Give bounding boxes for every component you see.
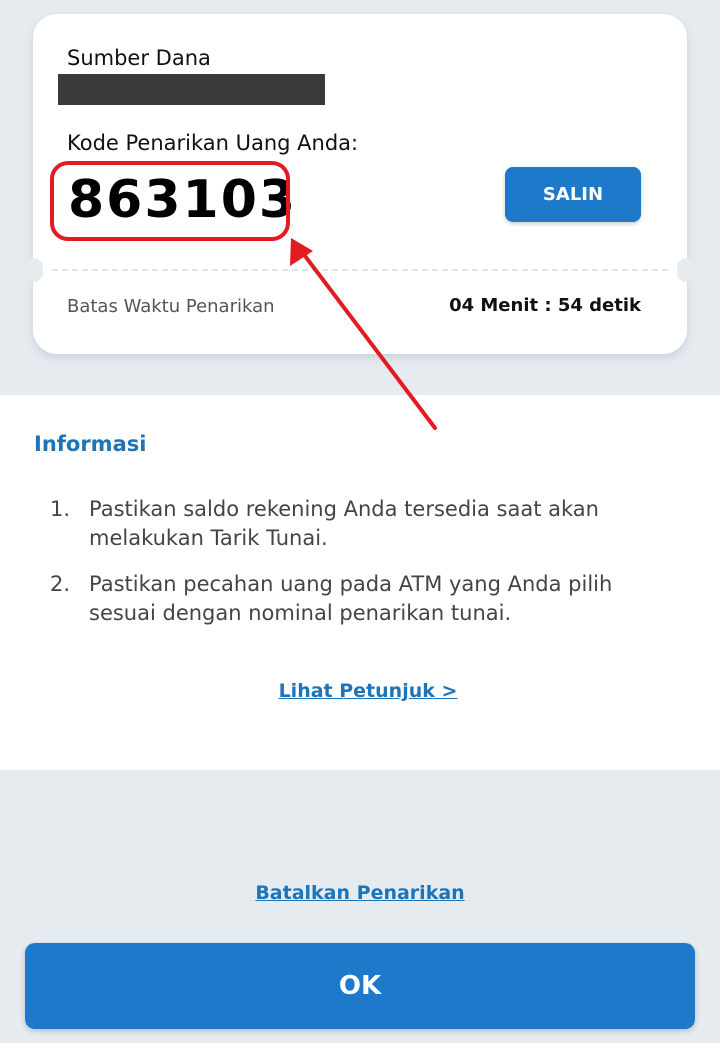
source-of-funds-label: Sumber Dana [67, 46, 211, 70]
copy-button[interactable]: SALIN [505, 167, 641, 222]
ok-button[interactable]: OK [25, 943, 695, 1029]
information-section: Informasi 1. Pastikan saldo rekening And… [0, 395, 720, 770]
code-highlight-box [50, 161, 290, 241]
info-list-item: 1. Pastikan saldo rekening Anda tersedia… [50, 495, 670, 553]
info-item-number: 1. [50, 497, 71, 521]
deadline-label: Batas Waktu Penarikan [67, 296, 275, 317]
info-item-text: Pastikan pecahan uang pada ATM yang Anda… [89, 572, 613, 625]
view-guide-link[interactable]: Lihat Petunjuk > [0, 680, 720, 702]
withdrawal-code-label: Kode Penarikan Uang Anda: [67, 131, 359, 155]
information-title: Informasi [34, 432, 147, 456]
info-item-number: 2. [50, 572, 71, 596]
redacted-account-info [58, 74, 325, 105]
card-notch-right [677, 258, 695, 282]
card-divider [52, 269, 668, 271]
info-item-text: Pastikan saldo rekening Anda tersedia sa… [89, 497, 599, 550]
cancel-withdrawal-link[interactable]: Batalkan Penarikan [0, 882, 720, 904]
card-notch-left [25, 258, 43, 282]
info-list-item: 2. Pastikan pecahan uang pada ATM yang A… [50, 570, 670, 628]
deadline-countdown: 04 Menit : 54 detik [449, 295, 641, 316]
